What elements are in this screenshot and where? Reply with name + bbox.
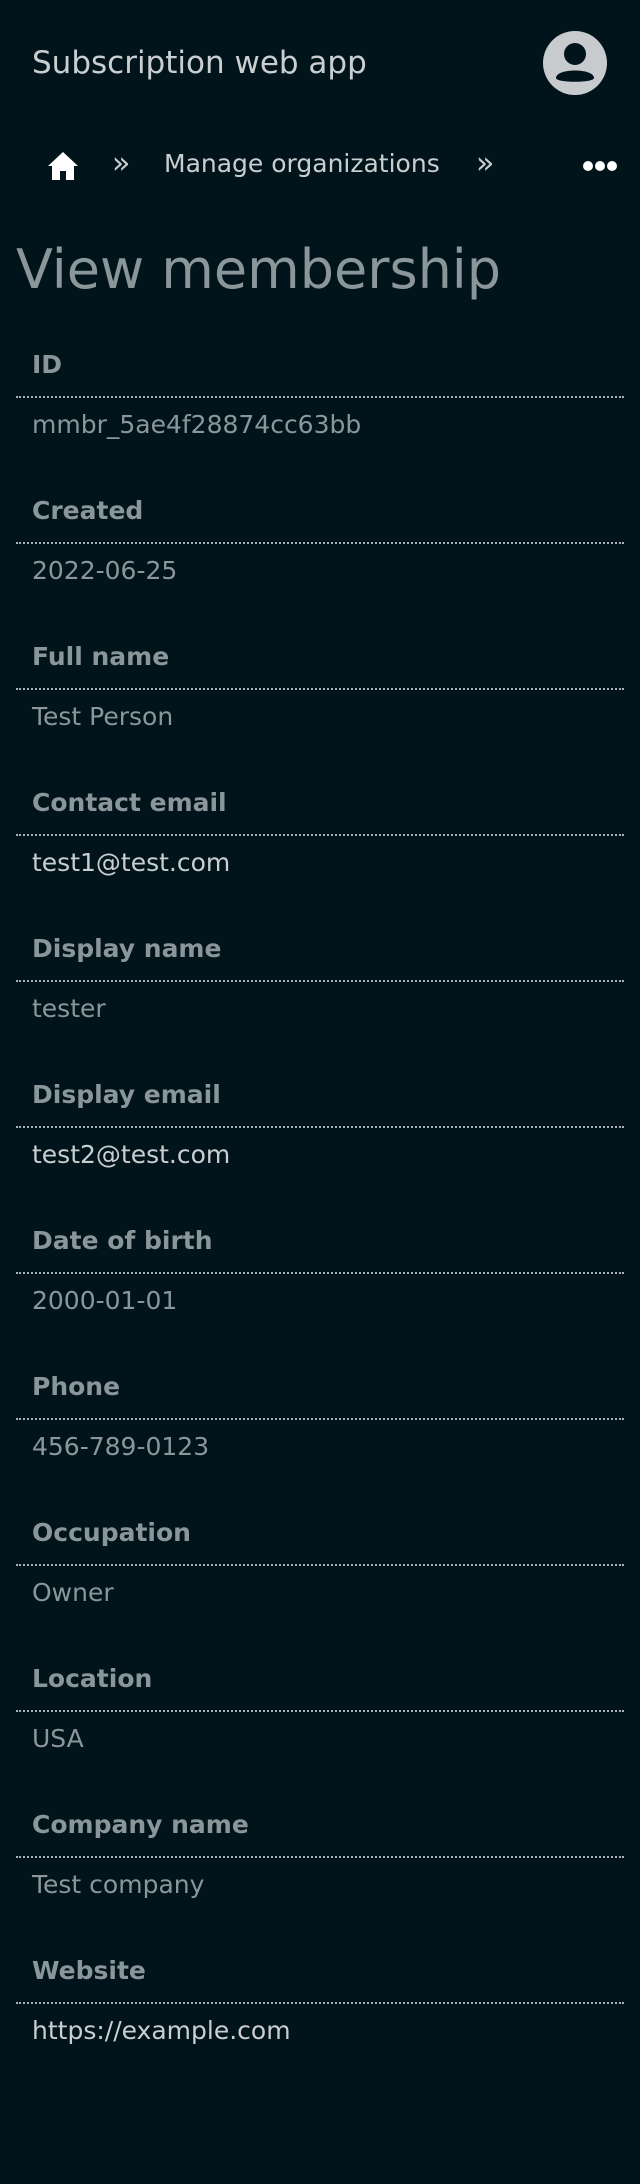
- field-label: Website: [32, 1956, 146, 1985]
- field-divider: [16, 1126, 624, 1128]
- field-label: Display name: [32, 934, 222, 963]
- breadcrumb-separator: »: [476, 146, 495, 181]
- field-divider: [16, 2002, 624, 2004]
- field-value: Test Person: [32, 702, 174, 731]
- field-divider: [16, 542, 624, 544]
- field-website: Website https://example.com: [16, 1951, 624, 2097]
- more-horizontal-icon[interactable]: [582, 160, 618, 172]
- app-header: Subscription web app: [0, 0, 640, 128]
- field-contact-email: Contact email test1@test.com: [16, 783, 624, 929]
- field-full-name: Full name Test Person: [16, 637, 624, 783]
- field-divider: [16, 834, 624, 836]
- field-value: 2022-06-25: [32, 556, 178, 585]
- page-title: View membership: [16, 238, 502, 301]
- website-link[interactable]: https://example.com: [32, 2011, 291, 2051]
- field-value: tester: [32, 994, 106, 1023]
- field-value: Test company: [32, 1870, 205, 1899]
- field-label: Occupation: [32, 1518, 191, 1547]
- field-divider: [16, 1856, 624, 1858]
- field-location: Location USA: [16, 1659, 624, 1805]
- field-divider: [16, 688, 624, 690]
- field-divider: [16, 1564, 624, 1566]
- field-label: Company name: [32, 1810, 249, 1839]
- field-date-of-birth: Date of birth 2000-01-01: [16, 1221, 624, 1367]
- field-value: 2000-01-01: [32, 1286, 178, 1315]
- breadcrumb-separator: »: [112, 146, 131, 181]
- field-value: Owner: [32, 1578, 114, 1607]
- field-label: Date of birth: [32, 1226, 213, 1255]
- field-divider: [16, 1418, 624, 1420]
- field-label: Display email: [32, 1080, 221, 1109]
- field-label: Full name: [32, 642, 170, 671]
- user-avatar-icon-graphic: [556, 43, 594, 82]
- field-phone: Phone 456-789-0123: [16, 1367, 624, 1513]
- field-label: Location: [32, 1664, 153, 1693]
- home-icon[interactable]: [46, 149, 80, 183]
- field-divider: [16, 980, 624, 982]
- breadcrumb-link-manage-organizations[interactable]: Manage organizations: [164, 146, 440, 182]
- field-created: Created 2022-06-25: [16, 491, 624, 637]
- display-email-link[interactable]: test2@test.com: [32, 1135, 230, 1175]
- page: Subscription web app » Manage organizati…: [0, 0, 640, 2184]
- field-value: mmbr_5ae4f28874cc63bb: [32, 410, 362, 439]
- field-value: 456-789-0123: [32, 1432, 210, 1461]
- field-display-email: Display email test2@test.com: [16, 1075, 624, 1221]
- field-label: Contact email: [32, 788, 227, 817]
- field-id: ID mmbr_5ae4f28874cc63bb: [16, 345, 624, 491]
- field-label: Created: [32, 496, 144, 525]
- field-occupation: Occupation Owner: [16, 1513, 624, 1659]
- app-title[interactable]: Subscription web app: [32, 40, 367, 86]
- field-divider: [16, 396, 624, 398]
- field-company-name: Company name Test company: [16, 1805, 624, 1951]
- field-label: Phone: [32, 1372, 121, 1401]
- user-avatar-icon[interactable]: [543, 31, 607, 95]
- field-label: ID: [32, 350, 63, 379]
- contact-email-link[interactable]: test1@test.com: [32, 843, 230, 883]
- field-divider: [16, 1710, 624, 1712]
- field-divider: [16, 1272, 624, 1274]
- field-display-name: Display name tester: [16, 929, 624, 1075]
- field-value: USA: [32, 1724, 84, 1753]
